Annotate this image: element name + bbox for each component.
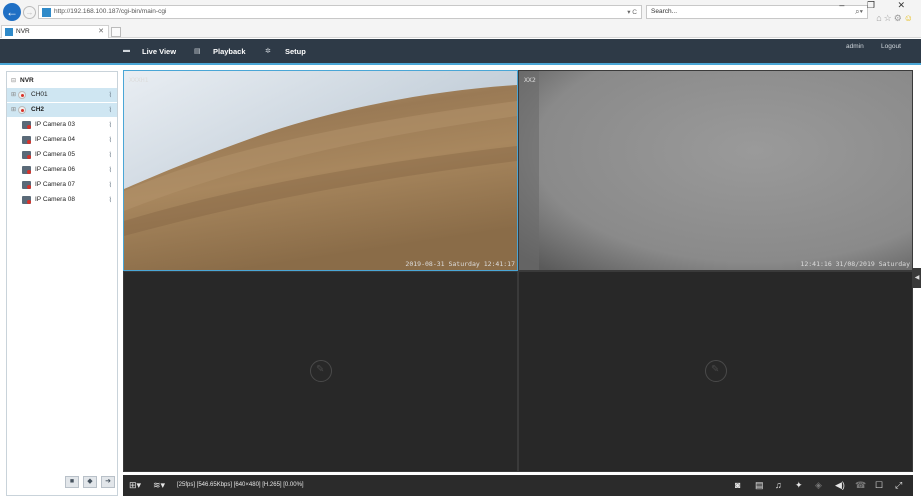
stream-status-icon[interactable]: ⌇ (109, 151, 112, 159)
talk-icon[interactable]: ☎ (855, 480, 866, 491)
address-text[interactable]: http://192.168.100.187/cgi-bin/main-cgi (54, 8, 166, 15)
settings-gear-icon[interactable]: ⚙ (894, 13, 904, 23)
video-tile-1[interactable]: XXXH1 2019-08-31 Saturday 12:41:17 (123, 70, 518, 271)
monitor-icon: ▬ (123, 47, 130, 54)
record-status-icon (18, 91, 26, 99)
tree-item-camera-04[interactable]: IP Camera 04 ⌇ (7, 133, 117, 147)
zoom-icon[interactable]: ◈ (815, 480, 822, 491)
camera-offline-icon (22, 136, 31, 144)
forward-arrow-icon[interactable]: → (23, 6, 36, 19)
home-icon[interactable]: ⌂ (876, 13, 883, 23)
panel-collapse-handle-icon[interactable]: ◀ (913, 268, 921, 288)
osd-camera-name: XXXH1 (129, 76, 149, 84)
tree-item-camera-03[interactable]: IP Camera 03 ⌇ (7, 118, 117, 132)
new-tab-button[interactable] (111, 27, 121, 37)
browser-tab[interactable]: NVR ✕ (1, 25, 109, 38)
collapse-icon[interactable]: ⊟ (11, 77, 16, 84)
live-view-grid: XXXH1 2019-08-31 Saturday 12:41:17 XX2 1… (123, 70, 913, 472)
camera-offline-icon (22, 151, 31, 159)
tree-item-label: IP Camera 03 (35, 121, 75, 128)
nav-setup[interactable]: Setup (285, 47, 306, 56)
expand-icon[interactable]: ⊞ (11, 91, 16, 98)
window-controls[interactable]: – ❐ ✕ (839, 0, 915, 11)
video-frame-ch01 (124, 71, 517, 270)
nvr-header: ▬ Live View ▤ Playback ✲ Setup admin Log… (0, 39, 921, 65)
camera-offline-icon (22, 166, 31, 174)
search-placeholder: Search... (651, 8, 678, 15)
tab-close-icon[interactable]: ✕ (98, 27, 104, 35)
stream-status-icon[interactable]: ⌇ (109, 196, 112, 204)
tree-root-nvr[interactable]: ⊟ NVR (7, 74, 117, 88)
osd-camera-name: XX2 (524, 76, 536, 84)
tree-item-label: IP Camera 06 (35, 166, 75, 173)
layout-grid-icon[interactable]: ⊞▾ (129, 480, 141, 491)
ptz-icon[interactable]: ✦ (795, 480, 803, 491)
tree-root-label: NVR (20, 77, 34, 84)
tree-item-label: CH2 (31, 106, 45, 113)
camera-offline-icon (22, 181, 31, 189)
stream-status-icon[interactable]: ⌇ (109, 121, 112, 129)
record-status-icon (18, 106, 26, 114)
stop-icon[interactable]: ■ (65, 476, 79, 488)
image-settings-icon[interactable]: ☐ (875, 480, 883, 491)
device-tree-panel: ⊟ NVR ⊞ CH01 ⌇ ⊞ CH2 ⌇ IP Camera 03 ⌇ IP… (6, 71, 118, 496)
tree-item-camera-07[interactable]: IP Camera 07 ⌇ (7, 178, 117, 192)
nav-playback[interactable]: Playback (213, 47, 246, 56)
back-arrow-icon[interactable]: ← (3, 3, 21, 21)
stream-status-icon[interactable]: ⌇ (109, 181, 112, 189)
stream-status-icon[interactable]: ⌇ (109, 136, 112, 144)
tree-item-camera-05[interactable]: IP Camera 05 ⌇ (7, 148, 117, 162)
site-favicon-icon (42, 8, 51, 17)
stream-status-icon[interactable]: ⌇ (109, 91, 112, 99)
logout-link[interactable]: Logout (881, 43, 901, 50)
feedback-smiley-icon[interactable]: ☺ (904, 13, 915, 23)
prev-icon[interactable]: ◆ (83, 476, 97, 488)
video-tile-2[interactable]: XX2 12:41:16 31/08/2019 Saturday (518, 70, 913, 271)
fullscreen-icon[interactable]: ⤢ (895, 480, 902, 491)
search-input[interactable]: Search... ⌕▾ (646, 5, 868, 19)
address-controls[interactable]: ▾ C (627, 8, 637, 16)
no-video-placeholder-icon (310, 360, 332, 382)
snapshot-icon[interactable]: ◙ (735, 480, 740, 490)
tree-item-camera-08[interactable]: IP Camera 08 ⌇ (7, 193, 117, 207)
user-name: admin (846, 43, 864, 50)
tree-item-label: CH01 (31, 91, 48, 98)
video-tile-3[interactable] (123, 271, 518, 472)
camera-offline-icon (22, 196, 31, 204)
osd-timestamp: 2019-08-31 Saturday 12:41:17 (405, 260, 515, 268)
tree-item-label: IP Camera 04 (35, 136, 75, 143)
stream-type-icon[interactable]: ≋▾ (153, 480, 165, 491)
volume-icon[interactable]: ◀) (835, 480, 845, 491)
film-icon: ▤ (194, 48, 201, 55)
stream-status-icon[interactable]: ⌇ (109, 166, 112, 174)
no-video-placeholder-icon (705, 360, 727, 382)
tab-favicon-icon (5, 28, 13, 36)
video-frame-ch2 (519, 71, 912, 270)
tree-item-label: IP Camera 08 (35, 196, 75, 203)
expand-icon[interactable]: ⊞ (11, 106, 16, 113)
record-icon[interactable]: ▤ (755, 480, 764, 491)
tree-item-label: IP Camera 07 (35, 181, 75, 188)
address-bar[interactable]: http://192.168.100.187/cgi-bin/main-cgi … (38, 5, 642, 19)
stream-status-icon[interactable]: ⌇ (109, 106, 112, 114)
tree-item-ch2[interactable]: ⊞ CH2 ⌇ (7, 103, 117, 117)
stream-info-text: [25fps] [546.65Kbps] [640×480] [H.265] [… (177, 482, 304, 488)
tree-item-label: IP Camera 05 (35, 151, 75, 158)
next-icon[interactable]: ➜ (101, 476, 115, 488)
audio-icon[interactable]: ♫ (775, 480, 782, 490)
tab-title: NVR (16, 28, 30, 35)
tree-item-camera-06[interactable]: IP Camera 06 ⌇ (7, 163, 117, 177)
live-view-toolbar: ⊞▾ ≋▾ [25fps] [546.65Kbps] [640×480] [H.… (123, 475, 913, 496)
browser-icons[interactable]: ⌂☆⚙☺ (876, 13, 915, 24)
nav-live-view[interactable]: Live View (142, 47, 176, 56)
favorites-star-icon[interactable]: ☆ (884, 13, 894, 23)
camera-offline-icon (22, 121, 31, 129)
gear-icon: ✲ (265, 48, 271, 55)
tree-item-ch01[interactable]: ⊞ CH01 ⌇ (7, 88, 117, 102)
browser-toolbar: ← → http://192.168.100.187/cgi-bin/main-… (0, 0, 921, 38)
video-tile-4[interactable] (518, 271, 913, 472)
osd-timestamp: 12:41:16 31/08/2019 Saturday (800, 260, 910, 268)
